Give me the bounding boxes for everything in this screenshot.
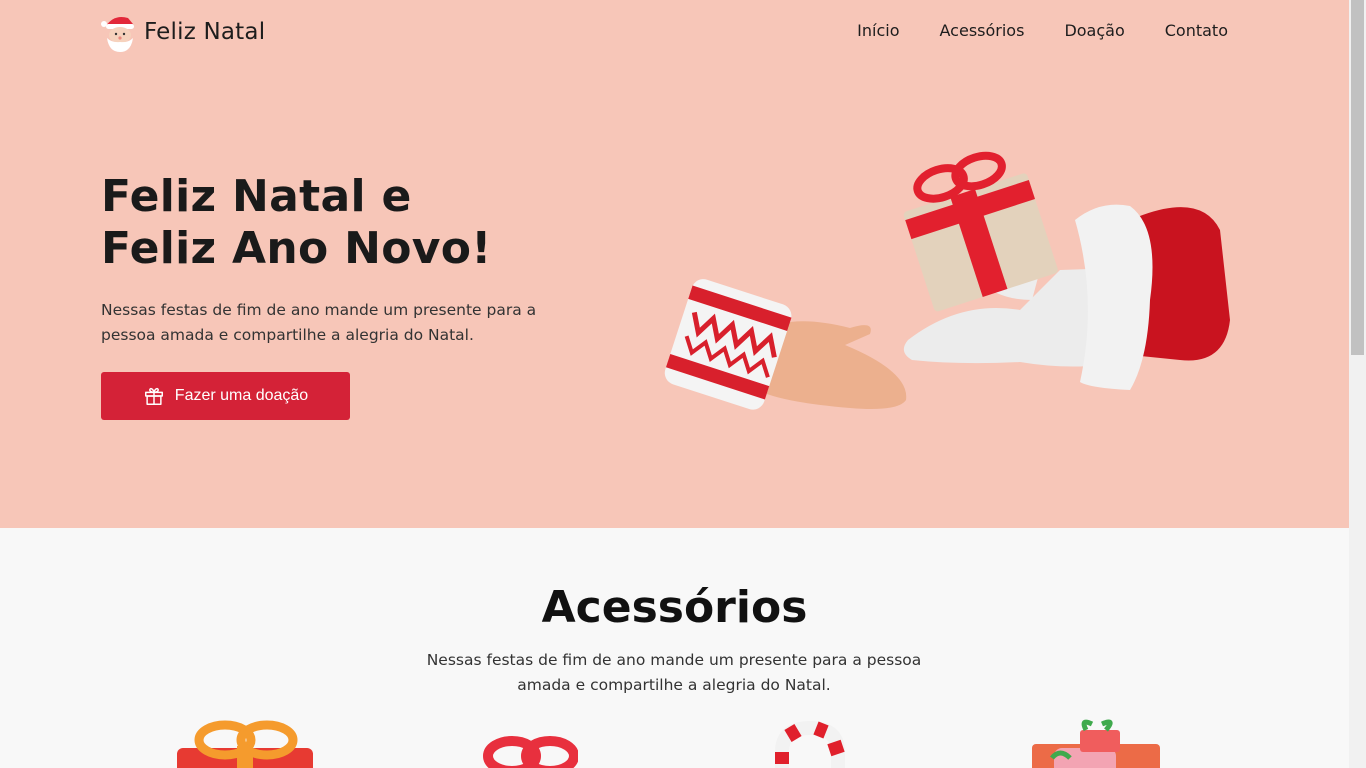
site-header: Feliz Natal Início Acessórios Doação Con… (0, 0, 1349, 64)
nav-item-contato[interactable]: Contato (1165, 21, 1228, 40)
main-nav: Início Acessórios Doação Contato (817, 21, 1228, 40)
hero-title: Feliz Natal e Feliz Ano Novo! (101, 171, 492, 275)
gift-bow-red-icon[interactable] (482, 718, 578, 768)
hero-title-line-2: Feliz Ano Novo! (101, 223, 492, 274)
logo[interactable]: Feliz Natal (100, 12, 265, 52)
nav-item-inicio[interactable]: Início (857, 21, 899, 40)
nav-item-doacao[interactable]: Doação (1064, 21, 1124, 40)
hero-section: Feliz Natal Início Acessórios Doação Con… (0, 0, 1349, 528)
nav-item-acessorios[interactable]: Acessórios (940, 21, 1025, 40)
donate-button-label: Fazer uma doação (174, 387, 309, 404)
vertical-scrollbar[interactable] (1349, 0, 1366, 768)
page: Feliz Natal Início Acessórios Doação Con… (0, 0, 1349, 768)
gift-box-orange-icon[interactable] (175, 718, 315, 768)
gift-stack-icon[interactable] (1030, 718, 1162, 768)
hero-description: Nessas festas de fim de ano mande um pre… (101, 301, 537, 344)
candy-cane-icon[interactable] (772, 718, 852, 768)
hands-exchanging-gift-illustration (664, 151, 1230, 410)
donate-button[interactable]: Fazer uma doação (101, 372, 350, 420)
santa-icon (101, 17, 134, 52)
gift-icon (144, 387, 163, 405)
logo-text: Feliz Natal (144, 19, 266, 45)
accessories-description: Nessas festas de fim de ano mande um pre… (426, 651, 922, 694)
scrollbar-thumb[interactable] (1351, 0, 1364, 355)
hero-title-line-1: Feliz Natal e (101, 171, 412, 222)
accessories-title: Acessórios (541, 582, 808, 633)
